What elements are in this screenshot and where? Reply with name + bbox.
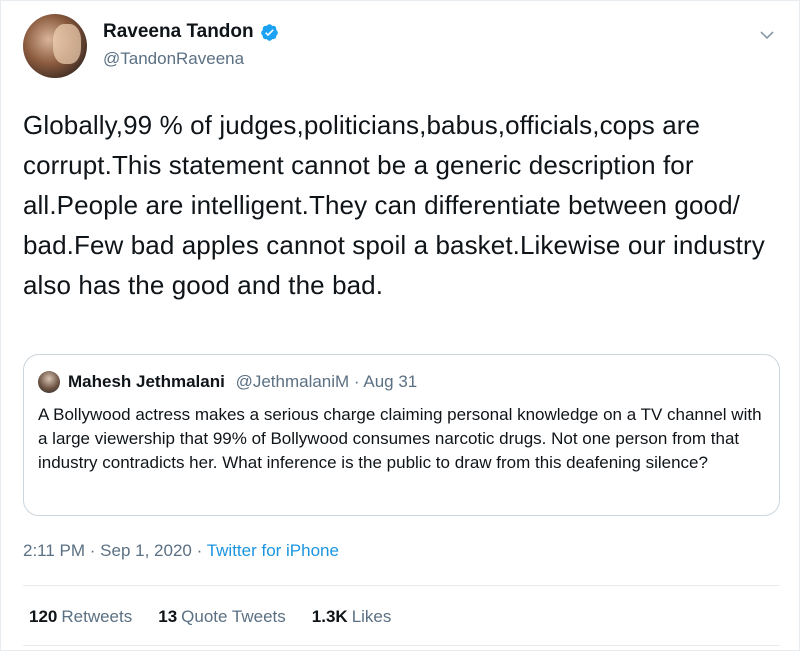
- retweets-label: Retweets: [61, 607, 133, 626]
- tweet-meta: 2:11 PM · Sep 1, 2020 · Twitter for iPho…: [23, 541, 339, 561]
- tweet-card: Raveena Tandon @TandonRaveena Globally,9…: [0, 0, 800, 651]
- quote-tweets-stat[interactable]: 13 Quote Tweets: [158, 607, 286, 627]
- divider: [23, 585, 780, 586]
- quoted-header: Mahesh Jethmalani @JethmalaniM · Aug 31: [68, 372, 417, 392]
- divider: [23, 645, 780, 646]
- tweet-time[interactable]: 2:11 PM: [23, 541, 85, 560]
- quoted-author-handle: @JethmalaniM: [235, 372, 350, 391]
- quoted-author-name: Mahesh Jethmalani: [68, 372, 225, 391]
- likes-stat[interactable]: 1.3K Likes: [312, 607, 392, 627]
- likes-count: 1.3K: [311, 607, 348, 626]
- meta-separator: ·: [191, 541, 207, 560]
- likes-label: Likes: [351, 607, 392, 626]
- quoted-text: A Bollywood actress makes a serious char…: [38, 405, 762, 472]
- quoted-separator: ·: [349, 372, 364, 391]
- quoted-author-avatar: [38, 371, 60, 393]
- author-handle[interactable]: @TandonRaveena: [103, 49, 244, 69]
- quoted-date: Aug 31: [363, 372, 418, 391]
- tweet-stats: 120 Retweets 13 Quote Tweets 1.3K Likes: [29, 607, 417, 627]
- verified-badge-icon: [260, 23, 278, 41]
- tweet-date[interactable]: Sep 1, 2020: [100, 541, 192, 560]
- author-name-row: Raveena Tandon: [103, 21, 279, 43]
- quoted-tweet[interactable]: Mahesh Jethmalani @JethmalaniM · Aug 31 …: [23, 354, 780, 516]
- meta-separator: ·: [85, 541, 101, 560]
- author-avatar[interactable]: [23, 14, 87, 78]
- tweet-text: Globally,99 % of judges,politicians,babu…: [23, 110, 765, 300]
- retweets-count: 120: [29, 607, 58, 626]
- author-name[interactable]: Raveena Tandon: [103, 21, 254, 43]
- tweet-source-link[interactable]: Twitter for iPhone: [207, 541, 339, 560]
- chevron-down-icon[interactable]: [759, 27, 775, 43]
- quote-tweets-label: Quote Tweets: [181, 607, 286, 626]
- quote-tweets-count: 13: [158, 607, 178, 626]
- retweets-stat[interactable]: 120 Retweets: [29, 607, 132, 627]
